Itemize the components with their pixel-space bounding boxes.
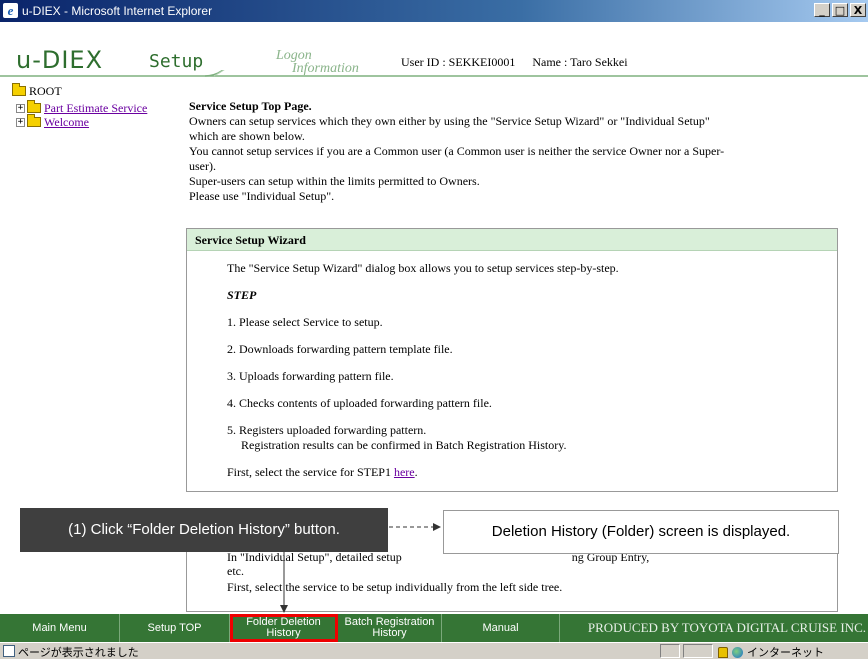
status-text: ページが表示されました [18, 646, 139, 659]
instruction-callout: (1) Click “Folder Deletion History” butt… [20, 508, 388, 552]
result-callout: Deletion History (Folder) screen is disp… [443, 510, 839, 554]
minimize-button[interactable]: _ [814, 3, 830, 17]
status-pane [660, 644, 680, 658]
section-title: Setup [149, 51, 204, 72]
step-item: 5. Registers uploaded forwarding pattern… [227, 423, 427, 437]
user-id: User ID : SEKKEI0001 [401, 55, 516, 69]
step-item: 1. Please select Service to setup. [227, 315, 383, 329]
logon-line2: Information [292, 61, 359, 76]
user-info: User ID : SEKKEI0001 Name : Taro Sekkei [401, 55, 642, 70]
expand-icon[interactable]: + [16, 117, 25, 127]
intro-text: Service Setup Top Page. Owners can setup… [189, 99, 829, 204]
first-step-suffix: . [414, 465, 418, 479]
maximize-button[interactable]: □ [832, 3, 848, 17]
intro-line: Owners can setup services which they own… [189, 114, 710, 128]
window-titlebar: e u-DIEX - Microsoft Internet Explorer _… [0, 0, 868, 22]
zone-label: インターネット [747, 646, 824, 659]
manual-button[interactable]: Manual [442, 614, 560, 642]
logon-information-label: Logon Information [276, 49, 359, 76]
expand-icon[interactable]: + [16, 103, 25, 113]
wizard-panel-title: Service Setup Wizard [187, 229, 837, 251]
step-sub-note: Registration results can be confirmed in… [241, 438, 567, 452]
intro-line: which are shown below. [189, 129, 305, 143]
app-logo: u-DIEX [16, 46, 104, 74]
tree-link-part-estimate-service[interactable]: Part Estimate Service [44, 101, 147, 115]
tree-item-welcome[interactable]: + Welcome [12, 114, 147, 129]
close-button[interactable]: X [850, 3, 866, 17]
folder-icon [27, 114, 41, 127]
app-header: u-DIEX Setup Logon Information User ID :… [0, 22, 868, 80]
service-setup-wizard-panel: Service Setup Wizard The "Service Setup … [186, 228, 838, 492]
internet-explorer-icon: e [3, 3, 18, 18]
step-item: 2. Downloads forwarding pattern template… [227, 342, 453, 356]
main-menu-button[interactable]: Main Menu [0, 614, 120, 642]
batch-label2: History [372, 627, 407, 639]
intro-line: user). [189, 159, 216, 173]
batch-registration-history-button[interactable]: Batch Registration History [338, 614, 442, 642]
tree-root-label: ROOT [29, 84, 62, 98]
wizard-description: The "Service Setup Wizard" dialog box al… [227, 261, 619, 275]
security-zone: インターネット [718, 644, 824, 659]
individual-line2: etc. [227, 564, 244, 578]
user-name: Name : Taro Sekkei [532, 55, 628, 69]
setup-top-button[interactable]: Setup TOP [120, 614, 230, 642]
first-step-line: First, select the service for STEP1 here… [227, 465, 837, 480]
bottom-menu-bar: Main Menu Setup TOP Folder Deletion Hist… [0, 614, 868, 642]
produced-by-text: PRODUCED BY TOYOTA DIGITAL CRUISE INC. [587, 620, 866, 635]
status-pane [683, 644, 713, 658]
individual-line1: In "Individual Setup", detailed setup [227, 550, 402, 564]
lock-icon [718, 646, 728, 658]
step1-here-link[interactable]: here [394, 465, 415, 479]
step-label: STEP [227, 288, 257, 302]
intro-line: Please use "Individual Setup". [189, 189, 335, 203]
intro-line: You cannot setup services if you are a C… [189, 144, 725, 158]
folder-deletion-history-button[interactable]: Folder Deletion History [230, 614, 338, 642]
tree-root[interactable]: ROOT [12, 83, 147, 98]
step-item: 4. Checks contents of uploaded forwardin… [227, 396, 492, 410]
tree-item-part-estimate[interactable]: + Part Estimate Service [12, 100, 147, 115]
intro-line: Super-users can setup within the limits … [189, 174, 480, 188]
folder-deletion-label2: History [266, 627, 301, 639]
page-icon [3, 645, 15, 657]
globe-icon [732, 646, 743, 658]
folder-icon [12, 83, 26, 96]
folder-icon [27, 100, 41, 113]
step-item: 3. Uploads forwarding pattern file. [227, 369, 394, 383]
tree-link-welcome[interactable]: Welcome [44, 115, 89, 129]
service-tree: ROOT + Part Estimate Service + Welcome [12, 83, 147, 129]
window-title: u-DIEX - Microsoft Internet Explorer [22, 4, 213, 18]
page-heading: Service Setup Top Page. [189, 99, 312, 113]
first-step-text: First, select the service for STEP1 [227, 465, 394, 479]
status-bar: ページが表示されました インターネット [0, 642, 868, 659]
individual-line3: First, select the service to be setup in… [227, 580, 563, 594]
